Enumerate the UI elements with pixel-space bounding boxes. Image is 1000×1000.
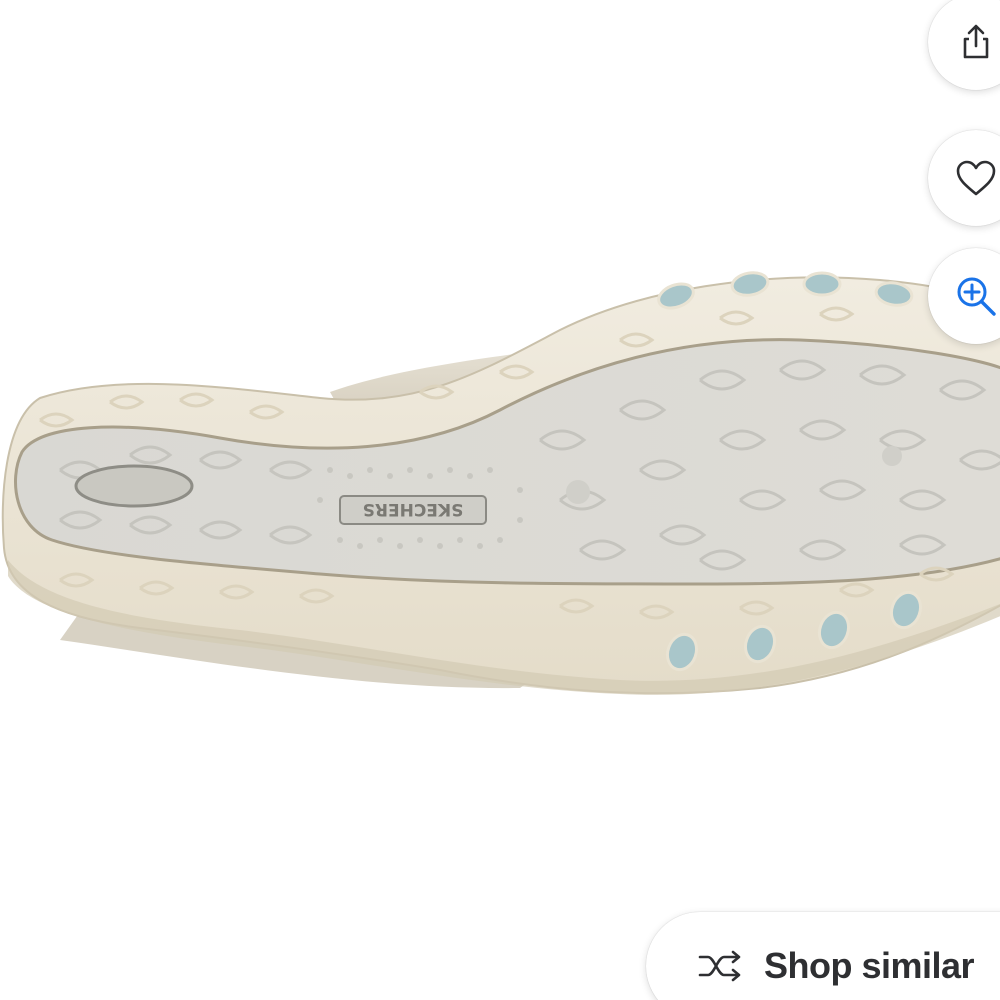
share-icon [954, 20, 998, 64]
shop-similar-button[interactable]: Shop similar [646, 912, 1000, 1000]
shuffle-icon [698, 944, 742, 988]
brand-logo: SKECHERS [363, 499, 464, 519]
product-image-viewer: SKECHERS Shop similar [0, 0, 1000, 1000]
shop-similar-label: Shop similar [764, 945, 975, 986]
zoom-in-icon [954, 274, 998, 318]
heel-pad [74, 464, 194, 508]
heart-icon [954, 156, 998, 200]
product-image[interactable]: SKECHERS [0, 0, 1000, 1000]
